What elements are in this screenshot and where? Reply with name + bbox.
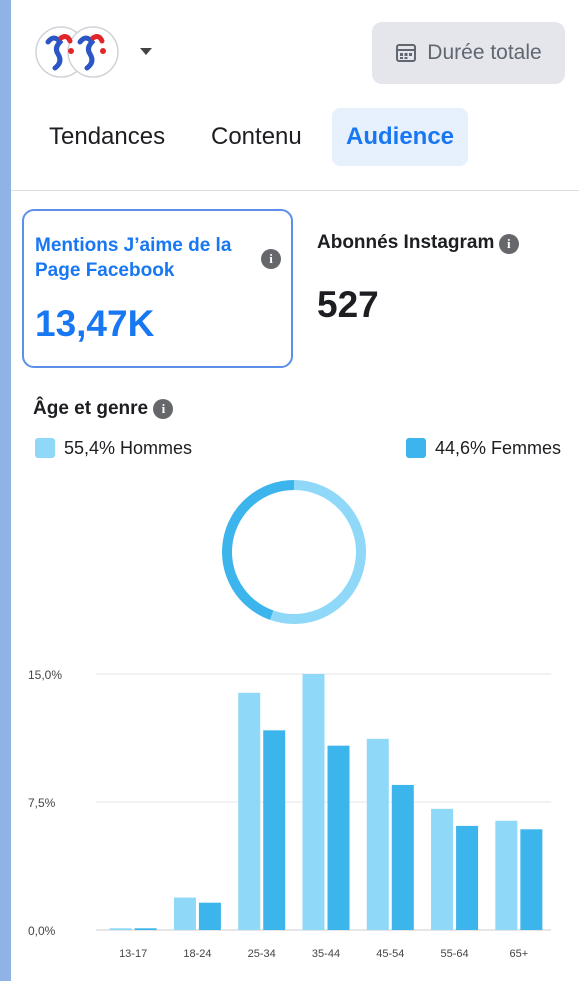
page-switcher-chevron-down-icon[interactable] [140,48,152,55]
legend-men-label: 55,4% Hommes [64,437,193,458]
duration-filter-button[interactable]: Durée totale [372,22,565,84]
bar-hommes-55-64[interactable] [431,808,454,930]
instagram-followers-value: 527 [317,284,379,325]
y-axis-ticks: 0,0% 7,5% 15,0% [28,668,62,938]
donut-slice-hommes [270,480,366,624]
page-logo[interactable] [33,24,125,80]
x-axis-ticks: 13-17 18-24 25-34 35-44 45-54 55-64 65+ [119,948,528,960]
bar-hommes-65+[interactable] [495,820,518,930]
legend-women: 44,6% Femmes [406,436,561,460]
bar-femmes-35-44[interactable] [327,745,350,930]
tab-bar: Tendances Contenu Audience [11,108,579,168]
x-tick-label: 45-54 [376,948,404,960]
y-tick-label: 15,0% [28,668,62,682]
bar-hommes-18-24[interactable] [173,897,196,930]
bar-hommes-35-44[interactable] [302,674,325,930]
tab-contenu[interactable]: Contenu [211,108,302,166]
x-tick-label: 55-64 [441,948,469,960]
facebook-likes-value: 13,47K [35,303,155,344]
tab-audience[interactable]: Audience [332,108,469,166]
bar-hommes-25-34[interactable] [238,692,261,930]
legend-women-swatch [406,438,426,458]
gender-donut [222,480,366,624]
bar-femmes-25-34[interactable] [263,730,286,930]
duration-filter-label: Durée totale [427,41,542,64]
legend-men-swatch [35,438,55,458]
x-tick-label: 18-24 [183,948,211,960]
audience-panel: Durée totale Tendances Contenu Audience … [11,0,579,981]
age-gender-chart: 0,0% 7,5% 15,0% 13-17 18-24 25-34 35-44 45-54 5… [28,480,551,960]
instagram-followers-card[interactable]: Abonnés Instagram i 527 [317,232,567,352]
bar-femmes-55-64[interactable] [456,825,479,930]
bar-femmes-18-24[interactable] [198,902,221,930]
legend-women-label: 44,6% Femmes [435,437,562,458]
tab-tendances[interactable]: Tendances [49,108,165,166]
bar-femmes-13-17[interactable] [134,928,157,930]
legend-men: 55,4% Hommes [35,436,192,460]
facebook-likes-card[interactable]: Mentions J’aime de la Page Facebook i 13… [22,209,293,368]
x-tick-label: 35-44 [312,948,340,960]
top-bar: Durée totale [11,0,579,100]
bar-femmes-65+[interactable] [520,829,543,930]
info-icon[interactable]: i [261,249,281,269]
x-tick-label: 13-17 [119,948,147,960]
info-icon[interactable]: i [153,398,174,419]
y-tick-label: 0,0% [28,924,56,938]
y-tick-label: 7,5% [28,796,56,810]
bar-hommes-13-17[interactable] [109,928,132,930]
x-tick-label: 25-34 [248,948,276,960]
bar-femmes-45-54[interactable] [391,784,414,930]
facebook-likes-label: Mentions J’aime de la Page Facebook [35,235,232,281]
instagram-followers-label: Abonnés Instagram [317,232,495,253]
age-gender-title-text: Âge et genre [33,398,149,419]
tab-divider [11,190,579,191]
donut-slice-femmes [222,480,295,620]
age-gender-title: Âge et genre i [33,398,174,420]
x-tick-label: 65+ [510,948,529,960]
info-icon[interactable]: i [498,233,519,254]
calendar-icon [396,44,417,62]
bar-hommes-45-54[interactable] [366,738,389,930]
